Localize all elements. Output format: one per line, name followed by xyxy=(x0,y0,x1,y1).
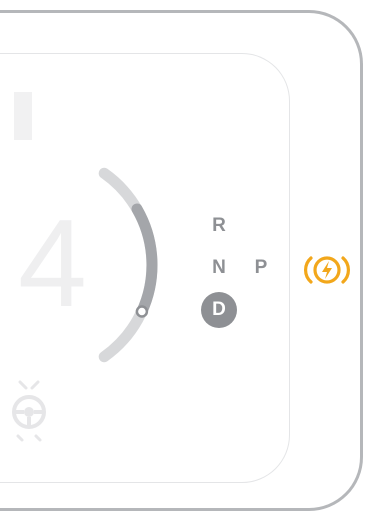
power-meter-track xyxy=(98,167,158,363)
power-ready-icon xyxy=(304,256,350,284)
instrument-cluster: 4 R N P D xyxy=(0,0,365,522)
steering-assist-icon xyxy=(12,380,46,442)
gear-reverse[interactable]: R xyxy=(207,214,231,238)
gear-neutral[interactable]: N xyxy=(207,256,231,280)
power-meter-fill xyxy=(131,203,158,317)
gear-drive-active[interactable]: D xyxy=(201,292,237,328)
gear-park[interactable]: P xyxy=(249,256,273,280)
power-meter-indicator xyxy=(135,305,149,318)
